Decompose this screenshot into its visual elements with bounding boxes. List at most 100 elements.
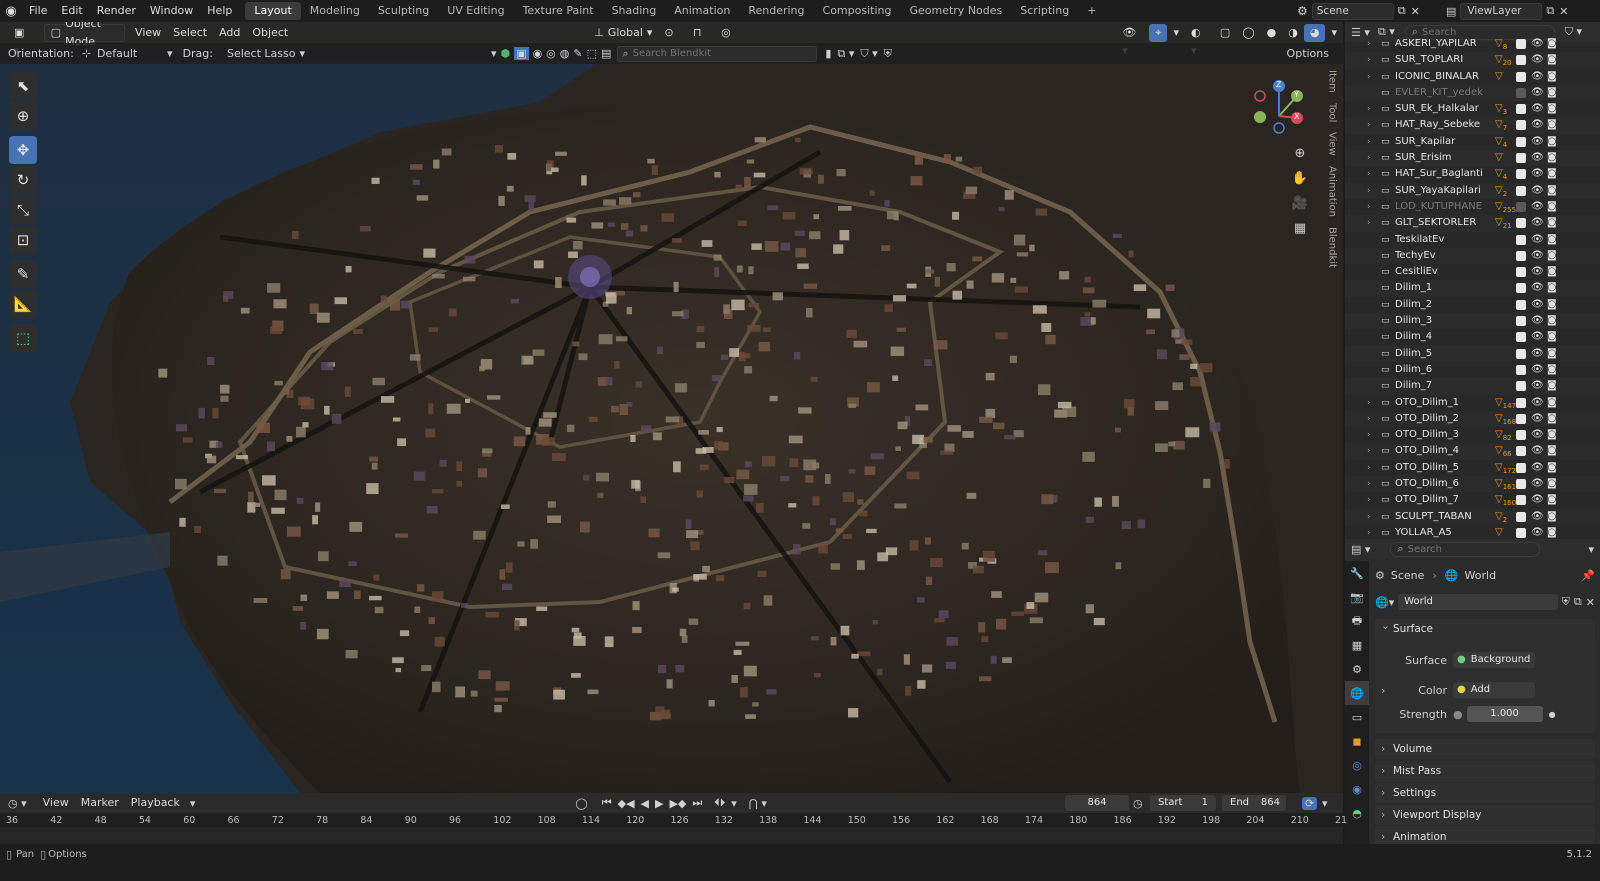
world-name-field[interactable]: World (1398, 594, 1558, 610)
select-cursor-icon[interactable]: ⬉ (9, 72, 37, 100)
visibility-eye-icon[interactable]: 👁 (1531, 166, 1544, 182)
xray-icon[interactable]: ▢ (1214, 24, 1236, 42)
outliner-row[interactable]: › ▭ LOD_KUTUPHANE ▽255 👁 ◙ (1345, 199, 1600, 215)
delete-scene-icon[interactable]: ✕ (1411, 5, 1420, 18)
outliner-row[interactable]: ▭ Dilim_5 👁 ◙ (1345, 345, 1600, 362)
viewport-menu-object[interactable]: Object (246, 24, 294, 42)
add-workspace-button[interactable]: + (1078, 2, 1105, 20)
menu-help[interactable]: Help (200, 0, 239, 22)
pan-hand-icon[interactable]: ✋ (1289, 167, 1311, 189)
exclude-checkbox[interactable] (1516, 55, 1526, 66)
proportional-editing-icon[interactable]: ◎ ∧ (715, 24, 746, 57)
menu-edit[interactable]: Edit (54, 0, 89, 22)
render-camera-icon[interactable]: ◙ (1547, 313, 1557, 329)
visibility-eye-icon[interactable]: 👁 (1531, 183, 1544, 199)
properties-editor-icon[interactable]: ▤ ▾ (1351, 543, 1370, 556)
blendkit-search-box[interactable]: ⌕ (617, 45, 818, 62)
visibility-eye-icon[interactable]: 👁 (1531, 492, 1544, 508)
expand-arrow-icon[interactable]: › (1367, 199, 1371, 215)
expand-arrow-icon[interactable]: › (1367, 427, 1371, 443)
render-camera-icon[interactable]: ◙ (1547, 134, 1557, 150)
annotate-icon[interactable]: ✎ (9, 260, 37, 288)
add-cube-icon[interactable]: ⬚ (9, 324, 37, 352)
panel-mist-pass[interactable]: Mist Pass (1375, 761, 1595, 781)
expand-arrow-icon[interactable]: › (1367, 460, 1371, 476)
render-camera-icon[interactable]: ◙ (1547, 280, 1557, 296)
panel-viewport-display[interactable]: Viewport Display (1375, 805, 1595, 825)
expand-arrow-icon[interactable]: › (1367, 52, 1371, 68)
outliner-row[interactable]: › ▭ SUR_TOPLARI ▽20 👁 ◙ (1345, 52, 1600, 69)
render-camera-icon[interactable]: ◙ (1547, 297, 1557, 313)
expand-arrow-icon[interactable]: › (1367, 443, 1371, 459)
sidebar-tab-blendkit[interactable]: Blendkit (1327, 227, 1338, 268)
outliner-row[interactable]: › ▭ ICONIC_BINALAR ▽ 👁 ◙ (1345, 69, 1600, 85)
perspective-grid-icon[interactable]: ▦ (1289, 217, 1311, 239)
visibility-eye-icon[interactable]: 👁 (1531, 411, 1544, 427)
expand-icon[interactable]: › (1381, 684, 1393, 697)
viewport-menu-select[interactable]: Select (167, 24, 213, 42)
sidebar-tab-animation[interactable]: Animation (1327, 166, 1338, 217)
render-camera-icon[interactable]: ◙ (1547, 362, 1557, 378)
outliner-row[interactable]: › ▭ SCULPT_TABAN ▽2 👁 ◙ (1345, 508, 1600, 525)
cursor-3d-icon[interactable]: ⊕ (9, 102, 37, 130)
show-gizmo-icon[interactable]: ⌖ (1149, 23, 1168, 42)
collection-tab-icon[interactable]: ▭ (1345, 705, 1369, 729)
new-scene-icon[interactable]: ⧉ (1398, 4, 1406, 18)
expand-arrow-icon[interactable]: › (1367, 134, 1371, 150)
color-input-field[interactable]: ● Add (1453, 682, 1535, 698)
blender-logo-icon[interactable]: ◉ (0, 4, 22, 19)
fake-user-shield-icon[interactable]: ⛨ (1562, 595, 1570, 609)
outliner-row[interactable]: › ▭ SUR_Erisim ▽ 👁 ◙ (1345, 150, 1600, 167)
outliner-row[interactable]: ▭ EVLER_KIT_yedek 👁 ◙ (1345, 84, 1600, 102)
timeline-menu-view[interactable]: View (37, 794, 75, 812)
object-tab-icon[interactable]: ◼ (1345, 729, 1369, 753)
move-icon[interactable]: ✥ (9, 136, 37, 164)
outliner-row[interactable]: ▭ Dilim_2 👁 ◙ (1345, 297, 1600, 313)
render-camera-icon[interactable]: ◙ (1547, 443, 1557, 459)
chevron-down-icon[interactable]: ▾ (1322, 797, 1328, 810)
visibility-eye-icon[interactable]: 👁 (1531, 232, 1544, 248)
play-icon[interactable]: ▶ (655, 797, 663, 810)
outliner-row[interactable]: ▭ Dilim_1 👁 ◙ (1345, 280, 1600, 297)
measure-icon[interactable]: 📐 (9, 290, 37, 318)
unlink-icon[interactable]: ✕ (1586, 596, 1595, 609)
exclude-checkbox[interactable] (1516, 479, 1526, 490)
exclude-checkbox[interactable] (1516, 39, 1526, 49)
render-camera-icon[interactable]: ◙ (1547, 427, 1557, 443)
exclude-checkbox[interactable] (1516, 446, 1526, 457)
visibility-eye-icon[interactable]: 👁 (1531, 150, 1544, 166)
tab-animation[interactable]: Animation (665, 2, 739, 20)
exclude-checkbox[interactable] (1516, 511, 1526, 522)
pivot-point-icon[interactable]: ⊙ ▾ (658, 24, 687, 57)
exclude-checkbox[interactable] (1516, 87, 1526, 98)
tab-uv-editing[interactable]: UV Editing (438, 2, 513, 20)
exclude-checkbox[interactable] (1516, 218, 1526, 229)
chevron-down-icon[interactable]: ▾ (731, 797, 737, 810)
tab-sculpting[interactable]: Sculpting (369, 2, 438, 20)
render-camera-icon[interactable]: ◙ (1547, 346, 1557, 362)
mode-dropdown[interactable]: ▢ Object Mode (43, 22, 126, 48)
render-camera-icon[interactable]: ◙ (1547, 329, 1557, 345)
asset-type-brush-icon[interactable]: ✎ (573, 47, 582, 60)
timeline-editor-icon[interactable]: ◷ ▾ (8, 797, 27, 810)
play-reverse-icon[interactable]: ◀ (641, 797, 649, 810)
navigation-gizmo[interactable]: Z Y X (1252, 74, 1314, 136)
scene-name[interactable]: Scene (1311, 2, 1394, 20)
outliner-row[interactable]: › ▭ SUR_Kapilar ▽4 👁 ◙ (1345, 134, 1600, 150)
exclude-checkbox[interactable] (1516, 153, 1526, 164)
zoom-icon[interactable]: ⊕ (1289, 142, 1311, 164)
outliner-row[interactable]: › ▭ OTO_Dilim_3 ▽82 👁 ◙ (1345, 427, 1600, 443)
outliner-row[interactable]: ▭ Dilim_6 👁 ◙ (1345, 362, 1600, 378)
expand-arrow-icon[interactable]: › (1367, 476, 1371, 492)
render-camera-icon[interactable]: ◙ (1547, 264, 1557, 280)
exclude-checkbox[interactable] (1516, 299, 1526, 310)
exclude-checkbox[interactable] (1516, 234, 1526, 245)
render-camera-icon[interactable]: ◙ (1547, 232, 1557, 248)
render-camera-icon[interactable]: ◙ (1547, 395, 1557, 411)
outliner-row[interactable]: › ▭ OTO_Dilim_5 ▽172 👁 ◙ (1345, 460, 1600, 476)
menu-render[interactable]: Render (90, 0, 143, 22)
transform-orientation-dropdown[interactable]: ⊥ Global ▾ (588, 24, 658, 42)
scene-selector[interactable]: ⚙ Scene ⧉ ✕ (1297, 2, 1420, 20)
tab-shading[interactable]: Shading (603, 2, 666, 20)
tab-compositing[interactable]: Compositing (814, 2, 901, 20)
